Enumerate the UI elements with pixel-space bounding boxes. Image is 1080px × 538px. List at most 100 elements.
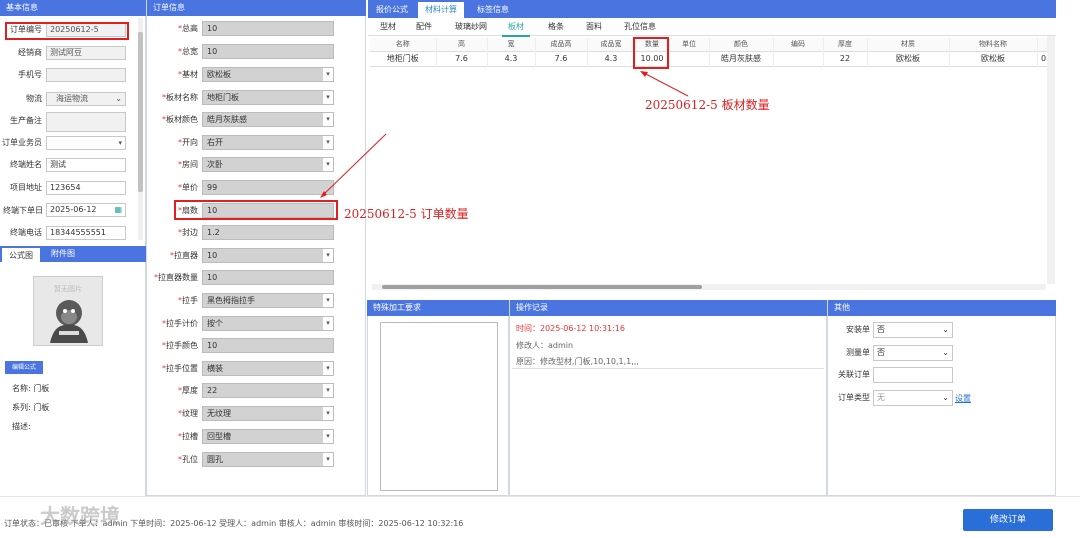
field-input-9[interactable]: 1.2 (202, 225, 334, 240)
watermark: 大数跨境 (40, 504, 120, 528)
field-label-9: *封边 (148, 225, 198, 240)
subtab-glass[interactable]: 玻璃纱网 (452, 19, 490, 35)
subtab-hole[interactable]: 孔位信息 (620, 19, 660, 35)
tab-quote-formula[interactable]: 报价公式 (370, 2, 414, 18)
table-h-scrollbar-thumb[interactable] (382, 285, 702, 289)
field-label-text: 板材名称 (166, 93, 198, 102)
tab-label-info[interactable]: 标签信息 (470, 2, 516, 18)
order-date-field[interactable]: 2025-06-12 ▦ (46, 203, 126, 217)
field-label-text: 房间 (182, 160, 198, 169)
column-header[interactable]: 单位 (669, 38, 710, 51)
terminal-name-field[interactable]: 测试 (46, 158, 126, 172)
field-select-5[interactable]: 右开 (202, 135, 334, 150)
field-label-10: *拉直器 (148, 248, 198, 263)
related-order-field[interactable] (873, 367, 953, 383)
logistics-select[interactable]: 海运物流 ⌄ (46, 92, 126, 106)
salesman-select[interactable] (46, 136, 126, 150)
basic-info-header: 基本信息 (0, 0, 146, 16)
order-type-select[interactable]: 无 ⌄ (873, 390, 953, 406)
field-label-6: *房间 (148, 157, 198, 172)
field-label-text: 孔位 (182, 455, 198, 464)
field-label-text: 拉直器数量 (158, 273, 198, 282)
field-label-12: *拉手 (148, 293, 198, 308)
annotation-order-qty: 20250612-5 订单数量 (344, 207, 469, 221)
field-input-7[interactable]: 99 (202, 180, 334, 195)
note-textarea[interactable] (46, 112, 126, 132)
column-header[interactable]: 材质 (867, 38, 950, 51)
field-select-17[interactable]: 无纹理 (202, 406, 334, 421)
edit-formula-button[interactable]: 编辑公式 (5, 361, 43, 374)
field-select-18[interactable]: 回型槽 (202, 429, 334, 444)
field-input-11[interactable]: 10 (202, 270, 334, 285)
order-info-header: 订单信息 (147, 0, 366, 16)
field-select-12[interactable]: 黑色拇指拉手 (202, 293, 334, 308)
field-label-text: 总宽 (182, 47, 198, 56)
field-select-10[interactable]: 10 (202, 248, 334, 263)
field-select-16[interactable]: 22 (202, 383, 334, 398)
material-sub-tabs: 型材 配件 玻璃纱网 板材 格条 面料 孔位信息 (368, 18, 1056, 37)
phone-field[interactable] (46, 68, 126, 82)
table-v-scrollbar[interactable] (1047, 36, 1055, 284)
special-requirements-header: 特殊加工要求 (367, 300, 509, 316)
measure-value: 否 (877, 348, 885, 357)
column-header[interactable]: 颜色 (709, 38, 774, 51)
column-header[interactable]: 编码 (773, 38, 824, 51)
subtab-grid[interactable]: 格条 (544, 19, 568, 35)
tab-attachment[interactable]: 附件图 (44, 246, 82, 262)
tab-formula[interactable]: 公式图 (2, 246, 40, 262)
subtab-fabric[interactable]: 面料 (582, 19, 606, 35)
field-select-15[interactable]: 横装 (202, 361, 334, 376)
column-header[interactable]: 宽 (487, 38, 536, 51)
chevron-down-icon: ⌄ (942, 348, 949, 357)
log-time: 时间：2025-06-12 10:31:16 (516, 324, 625, 333)
table-cell: 欧松板 (949, 51, 1038, 66)
submit-order-button[interactable]: 修改订单 (963, 509, 1053, 531)
column-header[interactable]: 物料名称 (949, 38, 1038, 51)
log-reason: 原因：修改型材,门板,10,10,1,1,,, (516, 357, 639, 366)
operation-log-header: 操作记录 (510, 300, 827, 316)
desc-label: 描述: (12, 422, 31, 431)
field-select-2[interactable]: 欧松板 (202, 67, 334, 82)
install-value: 否 (877, 325, 885, 334)
install-label: 安装单 (846, 325, 870, 334)
left-scrollbar-thumb[interactable] (138, 32, 143, 192)
field-input-0[interactable]: 10 (202, 21, 334, 36)
series-value: 门板 (33, 403, 50, 412)
calendar-icon[interactable]: ▦ (114, 204, 122, 216)
field-select-13[interactable]: 按个 (202, 316, 334, 331)
field-select-4[interactable]: 皓月灰肤感 (202, 112, 334, 127)
left-scrollbar[interactable] (138, 18, 143, 240)
field-label-17: *纹理 (148, 406, 198, 421)
field-input-1[interactable]: 10 (202, 44, 334, 59)
measure-select[interactable]: 否 ⌄ (873, 345, 953, 361)
footer-bar (0, 496, 1080, 538)
column-header[interactable]: 高 (436, 38, 488, 51)
table-h-scrollbar[interactable] (372, 284, 1046, 290)
terminal-phone-field[interactable]: 18344555551 (46, 226, 126, 240)
column-header[interactable]: 成品宽 (587, 38, 636, 51)
settings-link[interactable]: 设置 (955, 393, 971, 404)
subtab-board[interactable]: 板材 (502, 19, 530, 37)
field-label-15: *拉手位置 (148, 361, 198, 376)
log-divider (512, 368, 824, 369)
field-label-18: *拉槽 (148, 429, 198, 444)
tab-material-calc[interactable]: 材料计算 (418, 2, 464, 18)
column-header[interactable]: 成品高 (535, 38, 588, 51)
field-select-3[interactable]: 地柜门板 (202, 90, 334, 105)
address-field[interactable]: 123654 (46, 181, 126, 195)
field-select-6[interactable]: 次卧 (202, 157, 334, 172)
field-select-19[interactable]: 圆孔 (202, 452, 334, 467)
subtab-accessory[interactable]: 配件 (412, 19, 436, 35)
log-user: 修改人：admin (516, 341, 574, 350)
special-requirements-textarea[interactable] (380, 322, 498, 491)
column-header[interactable]: 厚度 (823, 38, 868, 51)
subtab-profile[interactable]: 型材 (376, 19, 400, 35)
column-header[interactable]: 名称 (370, 38, 437, 51)
dealer-field[interactable]: 测试阿豆 (46, 46, 126, 60)
count-highlight (174, 200, 338, 220)
install-select[interactable]: 否 ⌄ (873, 322, 953, 338)
table-row[interactable]: 地柜门板 7.6 4.3 7.6 4.3 10.00 皓月灰肤感 22 欧松板 欧松板 0 (370, 51, 1051, 66)
order-no-highlight (5, 22, 129, 40)
field-input-14[interactable]: 10 (202, 338, 334, 353)
field-label-text: 总高 (182, 24, 198, 33)
